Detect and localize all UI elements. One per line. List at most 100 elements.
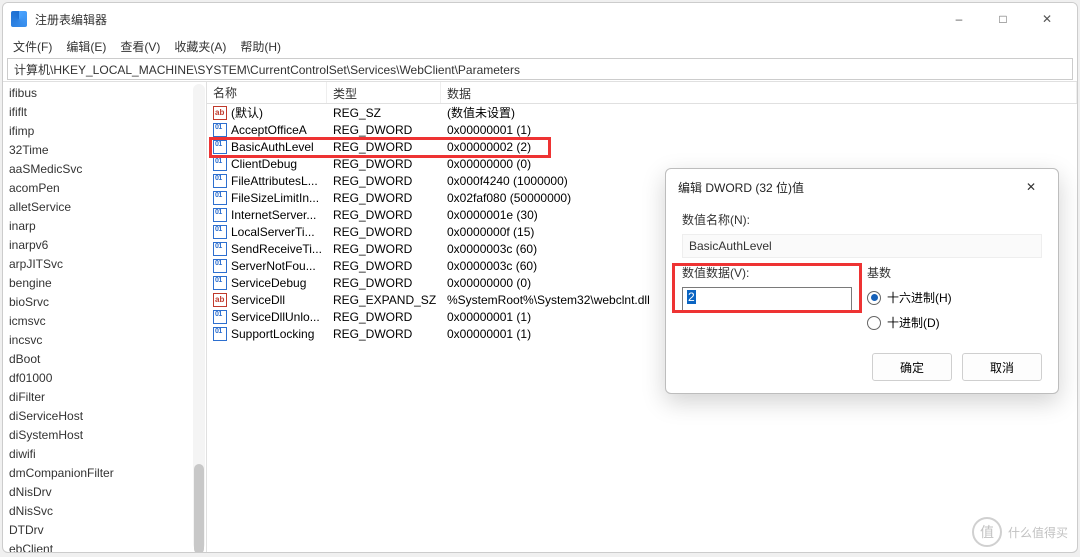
value-name: LocalServerTi... [231,225,315,239]
value-type: REG_DWORD [327,327,441,341]
menu-help[interactable]: 帮助(H) [240,38,281,55]
menu-file[interactable]: 文件(F) [13,38,52,55]
value-name: ServiceDebug [231,276,306,290]
value-type: REG_DWORD [327,191,441,205]
tree-node[interactable]: arpJITSvc [3,255,206,274]
tree-node[interactable]: df01000 [3,369,206,388]
value-type: REG_DWORD [327,123,441,137]
maximize-button[interactable]: □ [981,5,1025,33]
edit-dword-dialog: 编辑 DWORD (32 位)值 ✕ 数值名称(N): BasicAuthLev… [665,168,1059,394]
value-name: BasicAuthLevel [231,140,314,154]
dword-icon [213,225,227,239]
tree-node[interactable]: incsvc [3,331,206,350]
value-name: ServiceDllUnlo... [231,310,320,324]
dialog-title: 编辑 DWORD (32 位)值 [678,179,1016,196]
tree-node[interactable]: inarp [3,217,206,236]
tree-node[interactable]: diSystemHost [3,426,206,445]
menu-edit[interactable]: 编辑(E) [66,38,106,55]
dword-icon [213,140,227,154]
dword-icon [213,123,227,137]
tree-node[interactable]: diFilter [3,388,206,407]
dword-icon [213,242,227,256]
minimize-button[interactable]: – [937,5,981,33]
value-type: REG_DWORD [327,225,441,239]
cancel-button[interactable]: 取消 [962,353,1042,381]
tree-node[interactable]: dmCompanionFilter [3,464,206,483]
watermark: 值 什么值得买 [972,517,1068,547]
column-headers: 名称 类型 数据 [207,82,1077,104]
value-data: (数值未设置) [441,104,1077,121]
data-label: 数值数据(V): [682,264,857,281]
dialog-close-button[interactable]: ✕ [1016,173,1046,201]
value-name: SendReceiveTi... [231,242,322,256]
menu-favorites[interactable]: 收藏夹(A) [174,38,226,55]
menu-view[interactable]: 查看(V) [120,38,160,55]
dword-icon [213,191,227,205]
dialog-titlebar[interactable]: 编辑 DWORD (32 位)值 ✕ [666,169,1058,205]
value-type: REG_EXPAND_SZ [327,293,441,307]
value-type: REG_DWORD [327,140,441,154]
col-name[interactable]: 名称 [207,82,327,103]
close-button[interactable]: ✕ [1025,5,1069,33]
tree-node[interactable]: dNisDrv [3,483,206,502]
value-name: SupportLocking [231,327,314,341]
radio-hex[interactable]: 十六进制(H) [867,289,1042,306]
value-type: REG_DWORD [327,242,441,256]
tree-node[interactable]: ifimp [3,122,206,141]
radio-dec-label: 十进制(D) [887,314,940,331]
tree-node[interactable]: diwifi [3,445,206,464]
string-icon [213,106,227,120]
tree-node[interactable]: icmsvc [3,312,206,331]
titlebar[interactable]: 注册表编辑器 – □ ✕ [3,3,1077,35]
dword-icon [213,259,227,273]
radio-hex-label: 十六进制(H) [887,289,952,306]
radio-dec[interactable]: 十进制(D) [867,314,1042,331]
tree-node[interactable]: diServiceHost [3,407,206,426]
name-label: 数值名称(N): [682,211,1042,228]
value-data: 0x00000001 (1) [441,123,1077,137]
base-label: 基数 [867,264,1042,281]
ok-button[interactable]: 确定 [872,353,952,381]
value-type: REG_DWORD [327,157,441,171]
string-icon [213,293,227,307]
tree-node[interactable]: ififlt [3,103,206,122]
tree-node[interactable]: alletService [3,198,206,217]
value-type: REG_DWORD [327,259,441,273]
value-name: InternetServer... [231,208,316,222]
value-name: AcceptOfficeA [231,123,307,137]
tree-node[interactable]: DTDrv [3,521,206,540]
value-type: REG_SZ [327,106,441,120]
window-title: 注册表编辑器 [35,11,937,28]
value-row[interactable]: BasicAuthLevelREG_DWORD0x00000002 (2) [207,138,1077,155]
value-type: REG_DWORD [327,208,441,222]
key-tree[interactable]: ifibusififltifimp32TimeaaSMedicSvcacomPe… [3,82,207,552]
tree-scrollbar[interactable] [193,84,205,550]
tree-node[interactable]: acomPen [3,179,206,198]
tree-node[interactable]: inarpv6 [3,236,206,255]
address-bar[interactable]: 计算机\HKEY_LOCAL_MACHINE\SYSTEM\CurrentCon… [7,58,1073,80]
tree-node[interactable]: dBoot [3,350,206,369]
value-name: ServerNotFou... [231,259,316,273]
tree-node[interactable]: 32Time [3,141,206,160]
data-input[interactable]: 2 [682,287,852,311]
value-row[interactable]: (默认)REG_SZ(数值未设置) [207,104,1077,121]
dword-icon [213,276,227,290]
col-data[interactable]: 数据 [441,82,1077,103]
dword-icon [213,310,227,324]
scroll-thumb[interactable] [194,464,204,552]
address-text: 计算机\HKEY_LOCAL_MACHINE\SYSTEM\CurrentCon… [14,61,520,78]
name-field[interactable]: BasicAuthLevel [682,234,1042,258]
tree-node[interactable]: ifibus [3,84,206,103]
value-row[interactable]: AcceptOfficeA REG_DWORD0x00000001 (1) [207,121,1077,138]
tree-node[interactable]: bioSrvc [3,293,206,312]
tree-node[interactable]: bengine [3,274,206,293]
value-name: ServiceDll [231,293,285,307]
watermark-icon: 值 [972,517,1002,547]
tree-node[interactable]: ebClient [3,540,206,552]
dword-icon [213,174,227,188]
dword-icon [213,208,227,222]
tree-node[interactable]: aaSMedicSvc [3,160,206,179]
radio-dec-dot [867,316,881,330]
col-type[interactable]: 类型 [327,82,441,103]
tree-node[interactable]: dNisSvc [3,502,206,521]
